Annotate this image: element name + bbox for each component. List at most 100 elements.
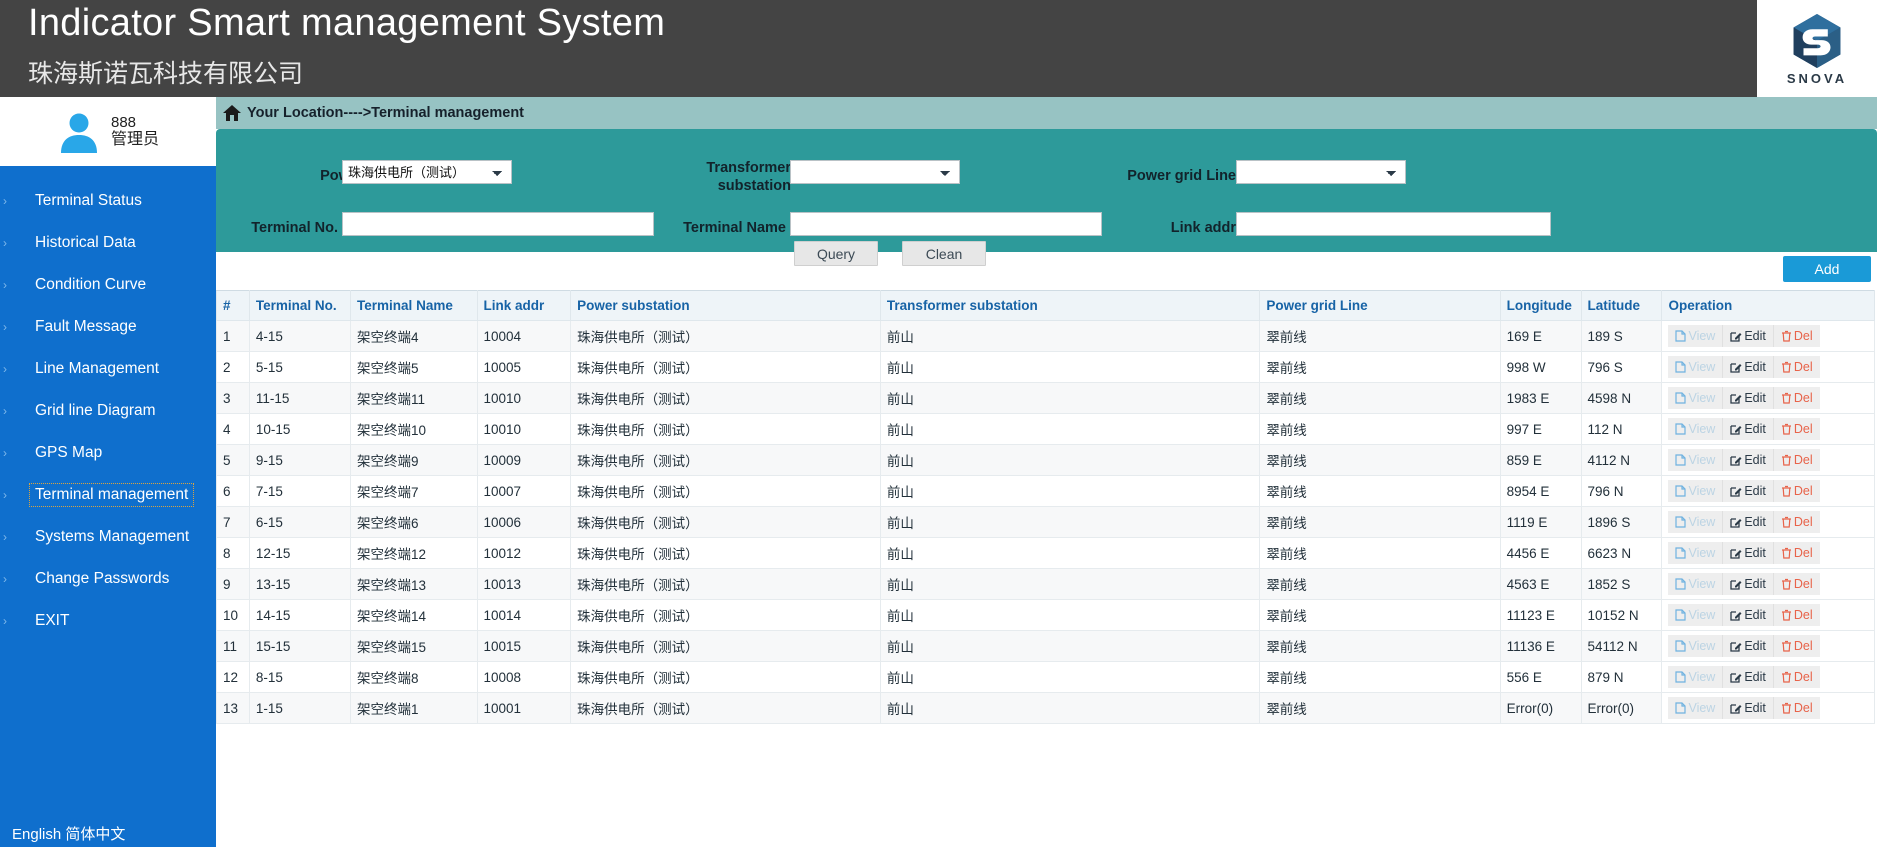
edit-button[interactable]: Edit xyxy=(1723,697,1774,719)
trash-delete-icon xyxy=(1781,423,1792,435)
delete-button[interactable]: Del xyxy=(1774,325,1820,347)
row-latitude: 10152 N xyxy=(1581,600,1662,631)
view-button[interactable]: View xyxy=(1668,480,1723,502)
power-substation-select[interactable]: 珠海供电所（测试） xyxy=(342,160,512,184)
col-link-addr[interactable]: Link addr xyxy=(477,291,571,321)
view-button[interactable]: View xyxy=(1668,325,1723,347)
edit-button[interactable]: Edit xyxy=(1723,666,1774,688)
sidebar-item-exit[interactable]: › EXIT xyxy=(0,600,216,642)
terminal-name-label: Terminal Name xyxy=(616,219,786,237)
row-longitude: 1983 E xyxy=(1500,383,1581,414)
sidebar-item-gps-map[interactable]: › GPS Map xyxy=(0,432,216,474)
transformer-substation-select[interactable] xyxy=(790,160,960,184)
clean-button[interactable]: Clean xyxy=(902,241,986,266)
row-operation-cell: ViewEditDel xyxy=(1662,569,1875,600)
view-button-label: View xyxy=(1688,546,1715,560)
edit-button[interactable]: Edit xyxy=(1723,480,1774,502)
view-button[interactable]: View xyxy=(1668,387,1723,409)
operation-button-group: ViewEditDel xyxy=(1668,325,1819,347)
sidebar-item-change-passwords[interactable]: › Change Passwords xyxy=(0,558,216,600)
delete-button[interactable]: Del xyxy=(1774,666,1820,688)
operation-button-group: ViewEditDel xyxy=(1668,573,1819,595)
row-operation-cell: ViewEditDel xyxy=(1662,476,1875,507)
view-button[interactable]: View xyxy=(1668,542,1723,564)
delete-button[interactable]: Del xyxy=(1774,480,1820,502)
view-button[interactable]: View xyxy=(1668,697,1723,719)
sidebar-item-terminal-status[interactable]: › Terminal Status xyxy=(0,180,216,222)
edit-button[interactable]: Edit xyxy=(1723,511,1774,533)
row-latitude: 1852 S xyxy=(1581,569,1662,600)
edit-button[interactable]: Edit xyxy=(1723,356,1774,378)
sidebar-item-label: Systems Management xyxy=(30,526,194,548)
view-button-label: View xyxy=(1688,670,1715,684)
row-longitude: 556 E xyxy=(1500,662,1581,693)
delete-button[interactable]: Del xyxy=(1774,356,1820,378)
edit-button[interactable]: Edit xyxy=(1723,387,1774,409)
link-addr-input[interactable] xyxy=(1236,212,1551,236)
delete-button-label: Del xyxy=(1794,701,1813,715)
sidebar-item-terminal-management[interactable]: › Terminal management xyxy=(0,474,216,516)
delete-button[interactable]: Del xyxy=(1774,635,1820,657)
terminal-no-input[interactable] xyxy=(342,212,654,236)
file-view-icon xyxy=(1675,609,1686,621)
col-power-grid-line[interactable]: Power grid Line xyxy=(1260,291,1500,321)
delete-button[interactable]: Del xyxy=(1774,387,1820,409)
edit-button[interactable]: Edit xyxy=(1723,449,1774,471)
edit-button-label: Edit xyxy=(1744,453,1766,467)
view-button[interactable]: View xyxy=(1668,418,1723,440)
sidebar-item-line-management[interactable]: › Line Management xyxy=(0,348,216,390)
query-button[interactable]: Query xyxy=(794,241,878,266)
view-button[interactable]: View xyxy=(1668,511,1723,533)
add-button[interactable]: Add xyxy=(1783,256,1871,282)
sidebar-item-historical-data[interactable]: › Historical Data xyxy=(0,222,216,264)
sidebar-item-grid-line-diagram[interactable]: › Grid line Diagram xyxy=(0,390,216,432)
delete-button[interactable]: Del xyxy=(1774,418,1820,440)
delete-button[interactable]: Del xyxy=(1774,449,1820,471)
table-row: 14-15架空终端410004珠海供电所（测试）前山翠前线169 E189 SV… xyxy=(217,321,1875,352)
col-terminal-name[interactable]: Terminal Name xyxy=(351,291,477,321)
edit-button[interactable]: Edit xyxy=(1723,325,1774,347)
col-longitude[interactable]: Longitude xyxy=(1500,291,1581,321)
view-button[interactable]: View xyxy=(1668,449,1723,471)
col-power-substation[interactable]: Power substation xyxy=(571,291,881,321)
table-row: 1115-15架空终端1510015珠海供电所（测试）前山翠前线11136 E5… xyxy=(217,631,1875,662)
edit-button[interactable]: Edit xyxy=(1723,604,1774,626)
delete-button[interactable]: Del xyxy=(1774,697,1820,719)
operation-button-group: ViewEditDel xyxy=(1668,511,1819,533)
delete-button[interactable]: Del xyxy=(1774,542,1820,564)
power-grid-line-select[interactable] xyxy=(1236,160,1406,184)
delete-button[interactable]: Del xyxy=(1774,604,1820,626)
terminal-name-input[interactable] xyxy=(790,212,1102,236)
edit-button[interactable]: Edit xyxy=(1723,573,1774,595)
col-index[interactable]: # xyxy=(217,291,250,321)
row-longitude: 11136 E xyxy=(1500,631,1581,662)
sidebar-item-systems-management[interactable]: › Systems Management xyxy=(0,516,216,558)
trash-delete-icon xyxy=(1781,485,1792,497)
col-transformer-substation[interactable]: Transformer substation xyxy=(880,291,1259,321)
col-terminal-no[interactable]: Terminal No. xyxy=(249,291,350,321)
sidebar-item-label: Historical Data xyxy=(30,232,141,254)
edit-button-label: Edit xyxy=(1744,546,1766,560)
row-longitude: 997 E xyxy=(1500,414,1581,445)
col-latitude[interactable]: Latitude xyxy=(1581,291,1662,321)
table-row: 131-15架空终端110001珠海供电所（测试）前山翠前线Error(0)Er… xyxy=(217,693,1875,724)
sidebar-item-condition-curve[interactable]: › Condition Curve xyxy=(0,264,216,306)
view-button[interactable]: View xyxy=(1668,604,1723,626)
row-latitude: 796 N xyxy=(1581,476,1662,507)
lang-chinese[interactable]: 简体中文 xyxy=(65,826,125,843)
view-button[interactable]: View xyxy=(1668,573,1723,595)
view-button[interactable]: View xyxy=(1668,666,1723,688)
edit-button[interactable]: Edit xyxy=(1723,542,1774,564)
row-terminal-name: 架空终端12 xyxy=(351,538,477,569)
row-link-addr: 10004 xyxy=(477,321,571,352)
row-operation-cell: ViewEditDel xyxy=(1662,631,1875,662)
view-button[interactable]: View xyxy=(1668,356,1723,378)
lang-english[interactable]: English xyxy=(12,826,61,843)
row-longitude: 998 W xyxy=(1500,352,1581,383)
delete-button[interactable]: Del xyxy=(1774,573,1820,595)
delete-button[interactable]: Del xyxy=(1774,511,1820,533)
edit-button[interactable]: Edit xyxy=(1723,635,1774,657)
edit-button[interactable]: Edit xyxy=(1723,418,1774,440)
view-button[interactable]: View xyxy=(1668,635,1723,657)
sidebar-item-fault-message[interactable]: › Fault Message xyxy=(0,306,216,348)
